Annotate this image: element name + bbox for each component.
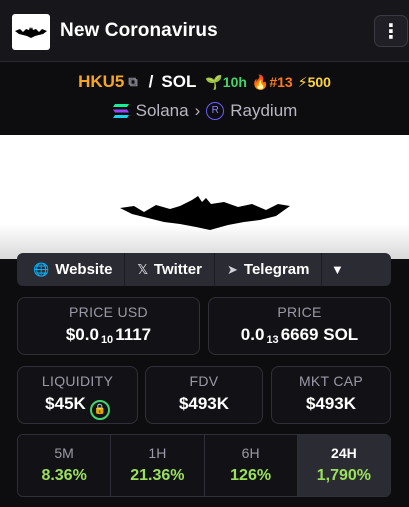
mkt-cap-card: MKT CAP $493K [271, 366, 391, 424]
price-native-prefix: 0.0 [240, 325, 265, 344]
globe-icon: 🌐 [33, 261, 50, 277]
flame-icon: 🔥 [251, 73, 270, 90]
dex-name[interactable]: Raydium [230, 101, 297, 121]
fdv-card: FDV $493K [145, 366, 263, 424]
liquidity-label: LIQUIDITY [41, 373, 114, 389]
price-usd-label: PRICE USD [69, 304, 148, 320]
price-usd-digits: 1117 [115, 325, 152, 344]
bat-icon [15, 27, 47, 38]
price-change-tabs: 5M 8.36% 1H 21.36% 6H 126% 24H 1,790% [17, 434, 391, 497]
price-usd-zero-count: 10 [100, 334, 114, 346]
period-label: 6H [241, 445, 260, 461]
social-links: 🌐 Website 𝕏 Twitter ➤ Telegram ▼ [17, 253, 391, 286]
sprout-icon: 🌱 [205, 73, 223, 90]
telegram-label: Telegram [243, 261, 310, 278]
tab-6h[interactable]: 6H 126% [204, 435, 298, 496]
fdv-value: $493K [178, 394, 230, 413]
price-usd-prefix: $0.0 [65, 325, 99, 344]
base-symbol: HKU5 [78, 72, 125, 91]
lightning-icon: ⚡ [297, 73, 308, 90]
liquidity-amount: $45K [45, 394, 86, 413]
age-value: 10h [222, 73, 247, 90]
twitter-link[interactable]: 𝕏 Twitter [125, 253, 215, 286]
price-usd-value: $0.0 10 1117 [18, 325, 199, 346]
price-native-value: 0.0 13 6669 SOL [209, 325, 390, 346]
pair-age: 🌱10h [205, 74, 247, 91]
pair-separator: / [148, 72, 154, 91]
tab-24h[interactable]: 24H 1,790% [297, 435, 390, 496]
price-usd-card: PRICE USD $0.0 10 1117 [17, 297, 200, 355]
header-bar: New Coronavirus ⋮ [0, 0, 409, 62]
mkt-cap-value: $493K [305, 394, 357, 413]
period-label: 24H [331, 445, 357, 461]
chain-breadcrumb: Solana › R Raydium [0, 99, 409, 123]
liquidity-value: $45K 🔒 [18, 394, 137, 420]
token-banner [0, 135, 409, 259]
kebab-menu-icon[interactable]: ⋮ [374, 15, 408, 47]
pair-info: HKU5 ⧉ / SOL 🌱10h 🔥#13 ⚡500 [0, 70, 409, 94]
mkt-cap-label: MKT CAP [298, 373, 364, 389]
token-name: New Coronavirus [60, 20, 218, 41]
x-icon: 𝕏 [137, 261, 148, 277]
telegram-icon: ➤ [226, 261, 238, 277]
bat-banner-image [120, 196, 290, 230]
website-link[interactable]: 🌐 Website [17, 253, 126, 286]
quote-symbol: SOL [161, 72, 197, 91]
price-native-label: PRICE [277, 304, 322, 320]
chain-name[interactable]: Solana [136, 101, 189, 121]
change-value: 1,790% [316, 467, 371, 484]
chevron-right-icon: › [194, 101, 201, 120]
period-label: 1H [148, 445, 167, 461]
website-label: Website [55, 261, 113, 278]
boost-count[interactable]: ⚡500 [298, 74, 331, 91]
telegram-link[interactable]: ➤ Telegram [215, 253, 323, 286]
rank-value: #13 [269, 73, 293, 90]
price-native-digits: 6669 SOL [280, 325, 359, 344]
solana-icon [112, 104, 129, 118]
change-value: 126% [230, 467, 272, 484]
price-native-card: PRICE 0.0 13 6669 SOL [208, 297, 391, 355]
tab-5m[interactable]: 5M 8.36% [18, 435, 112, 496]
twitter-label: Twitter [153, 261, 202, 278]
trending-rank: 🔥#13 [252, 74, 293, 91]
boost-value: 500 [307, 73, 331, 90]
liquidity-card: LIQUIDITY $45K 🔒 [17, 366, 138, 424]
raydium-icon: R [206, 102, 225, 120]
lock-icon[interactable]: 🔒 [89, 400, 110, 420]
change-value: 8.36% [41, 467, 87, 484]
token-logo [12, 14, 50, 50]
period-label: 5M [54, 445, 74, 461]
copy-icon[interactable]: ⧉ [128, 74, 137, 90]
tab-1h[interactable]: 1H 21.36% [111, 435, 205, 496]
change-value: 21.36% [130, 467, 185, 484]
price-native-zero-count: 13 [266, 334, 279, 346]
chevron-down-icon[interactable]: ▼ [322, 253, 352, 286]
fdv-label: FDV [189, 373, 219, 389]
